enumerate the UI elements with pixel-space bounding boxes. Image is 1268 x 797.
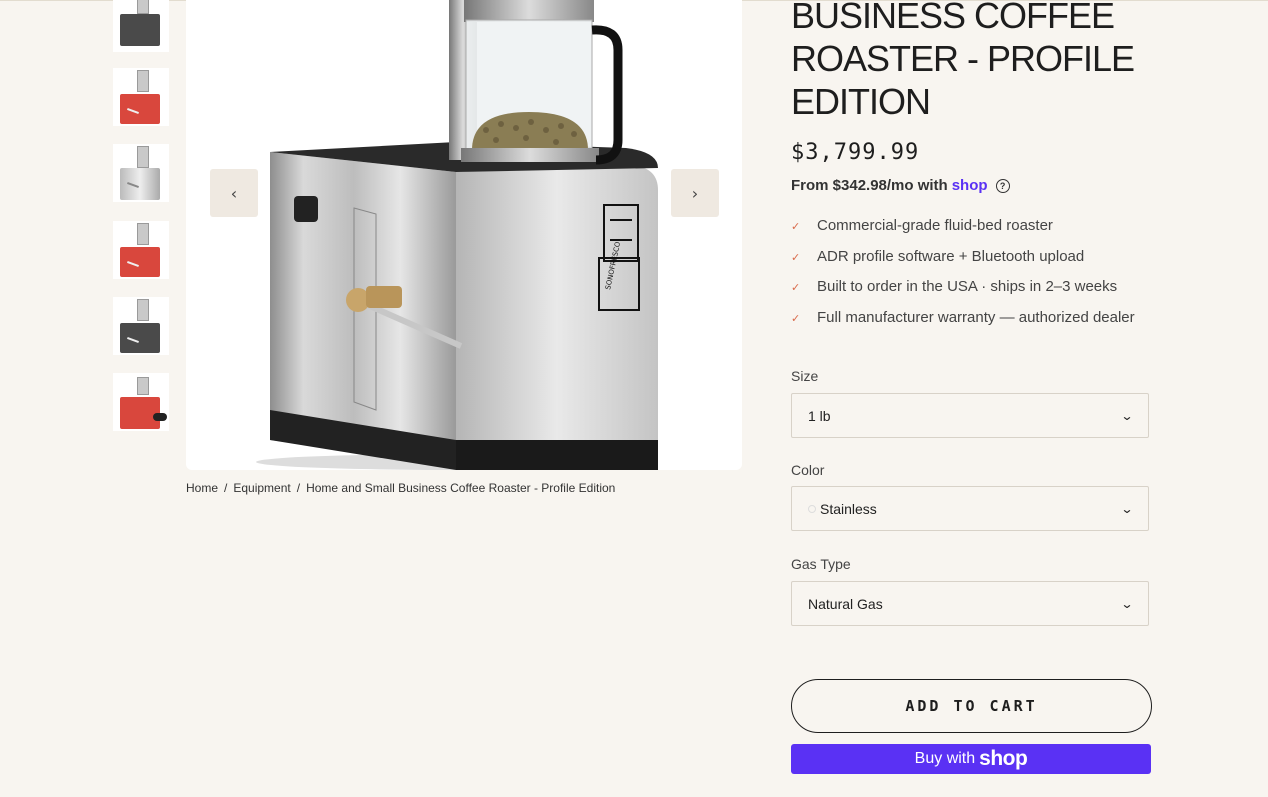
feature-item: ✓ ADR profile software + Bluetooth upload [791,247,1085,265]
chevron-down-icon: ⌄ [1120,408,1134,423]
size-select[interactable]: 1 lb ⌄ [791,393,1149,438]
installments-text: From $342.98/mo with [791,177,948,194]
check-icon: ✓ [791,313,801,326]
color-swatch [808,504,816,513]
thumbnail-3[interactable] [113,144,169,202]
check-icon: ✓ [791,282,801,295]
color-select[interactable]: Stainless ⌄ [791,486,1149,531]
feature-item: ✓ Built to order in the USA · ships in 2–… [791,278,1118,296]
breadcrumb-category[interactable]: Equipment [233,481,290,495]
size-value: 1 lb [808,407,831,424]
breadcrumb-current: Home and Small Business Coffee Roaster -… [306,481,616,495]
check-icon: ✓ [791,221,801,233]
gallery-prev-button[interactable]: ‹ [210,169,258,217]
product-price: $3,799.99 [791,140,920,165]
thumbnail-6[interactable] [113,373,169,431]
feature-item: ✓ Commercial-grade fluid-bed roaster [791,217,1053,234]
gas-type-label: Gas Type [791,556,851,572]
feature-list: ✓ Commercial-grade fluid-bed roaster ✓ ADR… [791,217,1135,340]
thumbnail-5[interactable] [113,297,169,355]
thumbnail-2[interactable] [113,68,169,126]
product-title: Business Coffee Roaster - Profile Editio… [791,0,1135,122]
chevron-right-icon: › [691,183,699,203]
chevron-left-icon: ‹ [230,183,238,203]
breadcrumb: Home / Equipment / Home and Small Business C… [186,481,616,495]
check-icon: ✓ [791,251,801,264]
roaster-illustration: SONOFRESCO [256,0,658,470]
chevron-down-icon: ⌄ [1120,596,1134,611]
installments-info: From $342.98/mo with shop ? [791,177,1010,194]
breadcrumb-home[interactable]: Home [186,481,218,495]
product-main-image: SONOFRESCO [186,0,742,470]
help-icon[interactable]: ? [995,178,1010,193]
color-value: Stainless [820,500,877,517]
buy-with-label: Buy with [914,750,976,767]
gas-type-select[interactable]: Natural Gas ⌄ [791,581,1149,626]
thumbnail-4[interactable] [113,221,169,279]
chevron-down-icon: ⌄ [1120,501,1134,516]
buy-with-shop-button[interactable]: Buy with shop [791,744,1151,774]
color-label: Color [791,462,825,478]
shop-pay-logo: shop [951,177,988,194]
size-label: Size [791,368,819,384]
thumbnail-1[interactable] [113,0,169,52]
add-to-cart-button[interactable]: ADD TO CART [791,679,1152,733]
shop-logo: shop [979,747,1028,770]
feature-item: ✓ Full manufacturer warranty — authorized… [791,309,1135,327]
gallery-next-button[interactable]: › [671,169,719,217]
gas-type-value: Natural Gas [808,595,883,612]
